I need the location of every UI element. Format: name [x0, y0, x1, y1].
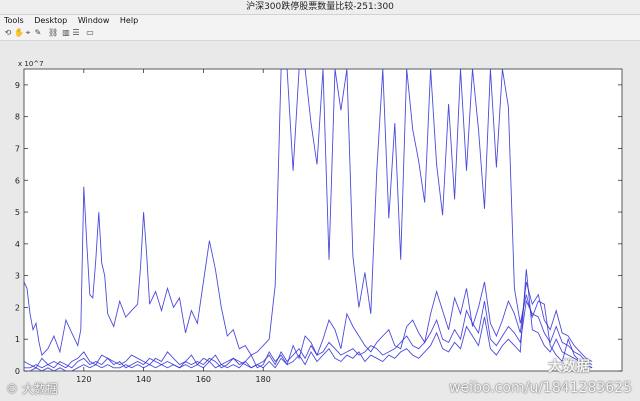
legend-icon[interactable]: ☰ — [72, 29, 80, 37]
y-tick-label: 4 — [15, 240, 20, 249]
menu-desktop[interactable]: Desktop — [34, 15, 67, 27]
menu-tools[interactable]: Tools — [4, 15, 24, 27]
y-scale-label: x 10^7 — [18, 60, 44, 68]
pan-icon[interactable]: ✋ — [14, 29, 24, 37]
figure-canvas: 0 1 2 3 4 5 6 7 8 9 x 10^7 120 140 160 180 — [0, 41, 640, 401]
y-tick-label: 7 — [15, 144, 20, 153]
hide-icon[interactable]: ▭ — [86, 29, 94, 37]
y-tick-label: 1 — [15, 335, 20, 344]
link-icon[interactable]: ⛓ — [48, 29, 58, 37]
menu-window[interactable]: Window — [78, 15, 110, 27]
watermark-left: © 大数据 — [6, 382, 58, 396]
watermark-brand: 大数据 — [548, 359, 590, 375]
y-tick-label: 3 — [15, 272, 20, 281]
y-tick-label: 0 — [15, 367, 20, 376]
line-chart[interactable]: 0 1 2 3 4 5 6 7 8 9 x 10^7 120 140 160 180 — [0, 41, 640, 401]
y-tick-label: 5 — [15, 208, 20, 217]
window-titlebar: 沪深300跌停股票数量比较-251:300 — [0, 0, 640, 15]
y-tick-label: 2 — [15, 303, 20, 312]
figure-toolbar: ⟲ ✋ ⌖ ✎ ⛓ ▥ ☰ ▭ — [0, 27, 640, 41]
y-tick-label: 9 — [15, 81, 20, 90]
rotate-icon[interactable]: ⟲ — [4, 29, 12, 37]
x-tick-label: 180 — [256, 375, 271, 384]
x-tick-label: 140 — [136, 375, 151, 384]
brush-icon[interactable]: ✎ — [34, 29, 42, 37]
colorbar-icon[interactable]: ▥ — [62, 29, 70, 37]
datacursor-icon[interactable]: ⌖ — [24, 29, 32, 37]
x-tick-label: 120 — [76, 375, 91, 384]
x-tick-label: 160 — [196, 375, 211, 384]
y-tick-label: 6 — [15, 176, 20, 185]
menu-bar: Tools Desktop Window Help — [0, 15, 640, 27]
y-tick-label: 8 — [15, 113, 20, 122]
watermark-weibo: weibo.com/u/1841283625 — [449, 380, 632, 396]
menu-help[interactable]: Help — [120, 15, 138, 27]
window-title: 沪深300跌停股票数量比较-251:300 — [246, 2, 394, 12]
